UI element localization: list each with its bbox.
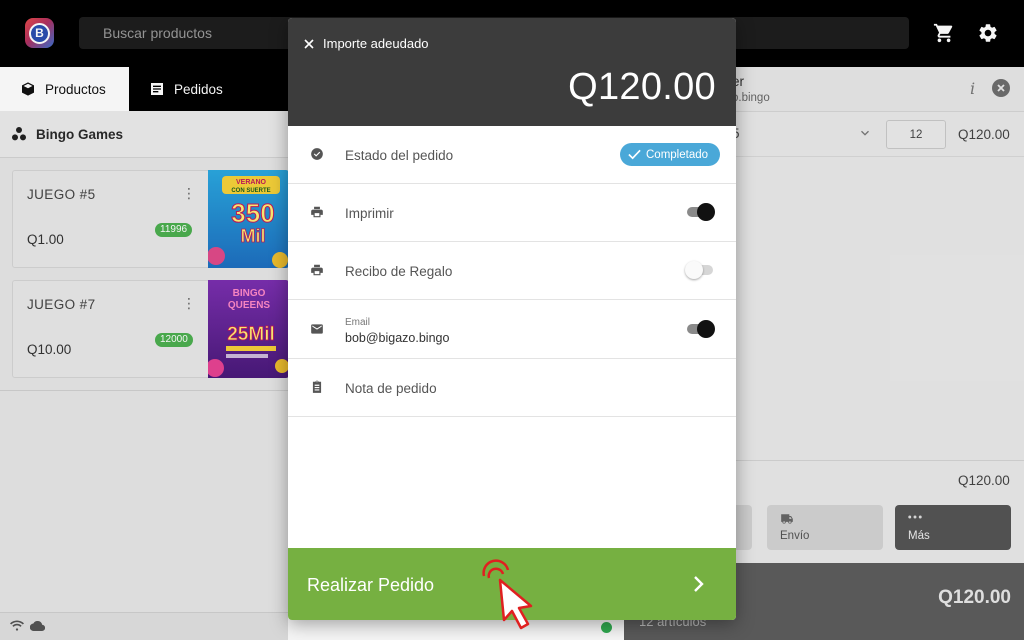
gift-receipt-toggle[interactable] [685, 261, 715, 279]
more-options-icon[interactable]: ⋮ [182, 185, 196, 202]
image-text: CON SUERTE [231, 188, 270, 194]
amount-due: Q120.00 [568, 66, 716, 108]
order-status-row[interactable]: Estado del pedido Completado [288, 126, 736, 184]
image-text: BINGO [233, 288, 266, 299]
close-icon[interactable] [302, 37, 316, 51]
footer-total: Q120.00 [938, 587, 1011, 608]
cart-panel: er o.bingo i 5 12 Q120.00 Q120.00 Envío … [624, 67, 1024, 640]
status-icon [311, 148, 323, 160]
check-icon [628, 149, 641, 160]
row-label: Estado del pedido [345, 148, 454, 163]
more-options-icon[interactable]: ⋮ [182, 295, 196, 312]
product-image: BINGO QUEENS 25Mil [208, 280, 289, 378]
shipping-button[interactable]: Envío [767, 505, 883, 550]
email-icon [311, 324, 323, 334]
modal-header: Importe adeudado Q120.00 [288, 18, 736, 126]
info-icon[interactable]: i [970, 79, 975, 98]
dots-icon [908, 515, 922, 519]
status-bar [0, 612, 288, 640]
place-order-label: Realizar Pedido [307, 575, 435, 595]
status-badge-label: Completado [646, 148, 709, 161]
cart-icon[interactable] [933, 22, 955, 44]
order-note-row[interactable]: Nota de pedido [288, 359, 736, 417]
line-total: Q120.00 [958, 127, 1010, 142]
cart-line-item[interactable]: 5 12 Q120.00 [732, 112, 1024, 157]
category-bar[interactable]: Bingo Games [0, 111, 288, 158]
gear-icon[interactable] [977, 22, 999, 44]
quantity-input[interactable]: 12 [886, 120, 946, 149]
tab-productos[interactable]: Productos [0, 67, 129, 111]
email-label: Email [345, 317, 371, 328]
stock-badge: 11996 [155, 223, 193, 237]
chevron-down-icon[interactable] [858, 126, 872, 140]
print-row: Imprimir [288, 184, 736, 242]
click-cursor-icon [482, 559, 533, 630]
product-name: JUEGO #5 [27, 187, 96, 202]
tab-label: Pedidos [174, 81, 223, 97]
remove-customer-icon[interactable] [992, 79, 1010, 97]
email-toggle[interactable] [687, 320, 715, 338]
row-label: Imprimir [345, 206, 394, 221]
button-label: Más [908, 530, 930, 542]
status-badge[interactable]: Completado [620, 143, 720, 166]
checkout-modal: Importe adeudado Q120.00 Estado del pedi… [288, 18, 736, 620]
online-indicator [601, 622, 612, 633]
gift-receipt-row: Recibo de Regalo [288, 242, 736, 300]
app-logo[interactable]: B [25, 18, 54, 48]
image-text: QUEENS [228, 300, 271, 311]
modal-title: Importe adeudado [323, 36, 429, 51]
tab-pedidos[interactable]: Pedidos [129, 67, 288, 111]
stock-badge: 12000 [155, 333, 193, 347]
product-image: VERANO CON SUERTE 350 Mil [208, 170, 289, 268]
print-toggle[interactable] [687, 203, 715, 221]
tab-label: Productos [45, 81, 106, 97]
product-card[interactable]: JUEGO #7 ⋮ Q10.00 12000 BINGO QUEENS 25M… [12, 280, 289, 378]
wifi-icon [10, 620, 24, 631]
printer-icon [311, 206, 323, 218]
image-text: VERANO [236, 179, 267, 186]
image-text: 350 [231, 198, 274, 228]
truck-icon [781, 514, 793, 524]
row-label: Recibo de Regalo [345, 264, 453, 279]
product-card[interactable]: JUEGO #5 ⋮ Q1.00 11996 VERANO CON SUERTE… [12, 170, 289, 268]
customer-header[interactable]: er o.bingo i [732, 67, 1024, 112]
cube-icon [22, 82, 34, 96]
subtotal: Q120.00 [958, 473, 1010, 488]
cloud-icon [30, 620, 45, 632]
main-tabs: Productos Pedidos [0, 67, 288, 111]
divider [0, 390, 288, 391]
button-label: Envío [780, 530, 810, 542]
product-price: Q1.00 [27, 232, 64, 247]
divider [736, 460, 1024, 461]
image-text: 25Mil [227, 324, 275, 345]
clipboard-icon [312, 380, 322, 393]
row-label: Nota de pedido [345, 381, 437, 396]
image-text: Mil [241, 226, 266, 246]
category-label: Bingo Games [36, 126, 124, 142]
product-name: JUEGO #7 [27, 297, 96, 312]
more-button[interactable]: Más [895, 505, 1011, 550]
printer-icon [311, 264, 323, 276]
products-panel: Bingo Games JUEGO #5 ⋮ Q1.00 11996 VERAN… [0, 111, 289, 640]
product-price: Q10.00 [27, 342, 72, 357]
list-icon [151, 83, 163, 95]
chevron-right-icon [694, 576, 704, 592]
customer-email: o.bingo [732, 92, 770, 104]
shapes-icon [12, 127, 26, 141]
email-row[interactable]: Email bob@bigazo.bingo [288, 301, 736, 359]
app-logo-letter: B [29, 22, 50, 44]
email-value: bob@bigazo.bingo [345, 331, 450, 345]
